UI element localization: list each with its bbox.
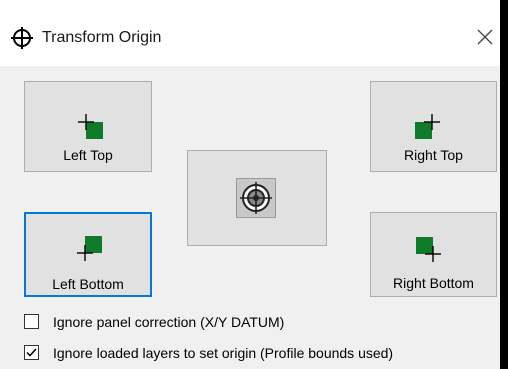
- left-bottom-label: Left Bottom: [52, 276, 124, 292]
- transform-origin-dialog: Transform Origin Left Top Right Top Left…: [0, 0, 500, 369]
- ignore-loaded-layers-option[interactable]: Ignore loaded layers to set origin (Prof…: [24, 345, 484, 365]
- crosshair-target-icon: [11, 27, 33, 49]
- left-top-label: Left Top: [63, 147, 113, 163]
- right-top-button[interactable]: Right Top: [370, 81, 497, 172]
- right-top-label: Right Top: [404, 147, 463, 163]
- ignore-panel-correction-checkbox[interactable]: [24, 314, 39, 329]
- target-icon: [236, 178, 276, 218]
- origin-right-top-icon: [415, 114, 440, 139]
- origin-right-bottom-icon: [416, 237, 441, 262]
- ignore-loaded-layers-label: Ignore loaded layers to set origin (Prof…: [53, 345, 394, 361]
- origin-left-bottom-icon: [77, 236, 102, 261]
- origin-left-top-icon: [78, 114, 103, 139]
- ignore-loaded-layers-checkbox[interactable]: [24, 345, 39, 360]
- window-title: Transform Origin: [42, 29, 162, 46]
- right-bottom-button[interactable]: Right Bottom: [370, 212, 497, 297]
- left-bottom-button[interactable]: Left Bottom: [24, 212, 152, 297]
- left-top-button[interactable]: Left Top: [24, 81, 152, 172]
- ignore-panel-correction-option[interactable]: Ignore panel correction (X/Y DATUM): [24, 314, 344, 334]
- ignore-panel-correction-label: Ignore panel correction (X/Y DATUM): [53, 314, 285, 330]
- close-icon[interactable]: [474, 26, 496, 48]
- center-button[interactable]: [187, 150, 327, 246]
- right-bottom-label: Right Bottom: [393, 275, 474, 291]
- checkmark-icon: [26, 348, 37, 357]
- title-bar: Transform Origin: [0, 0, 500, 66]
